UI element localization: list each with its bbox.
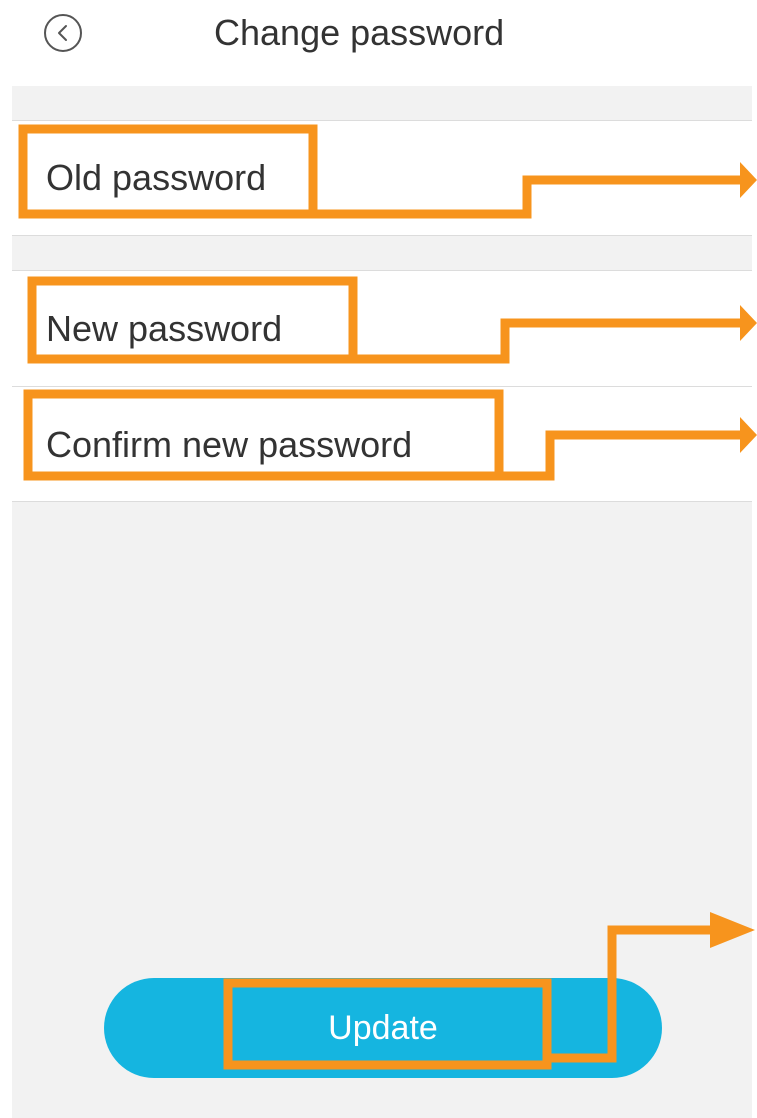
old-password-input[interactable] <box>12 121 752 235</box>
update-button[interactable]: Update <box>104 978 662 1078</box>
update-button-label: Update <box>328 1008 438 1047</box>
new-password-group <box>12 270 752 502</box>
back-button[interactable] <box>44 14 82 52</box>
new-password-input[interactable] <box>12 271 752 386</box>
chevron-left-icon <box>58 25 67 41</box>
page-title: Change password <box>214 12 505 53</box>
header-bar: Change password <box>0 0 757 86</box>
confirm-password-input[interactable] <box>12 387 752 502</box>
old-password-row <box>12 120 752 236</box>
form-container <box>12 86 752 1118</box>
